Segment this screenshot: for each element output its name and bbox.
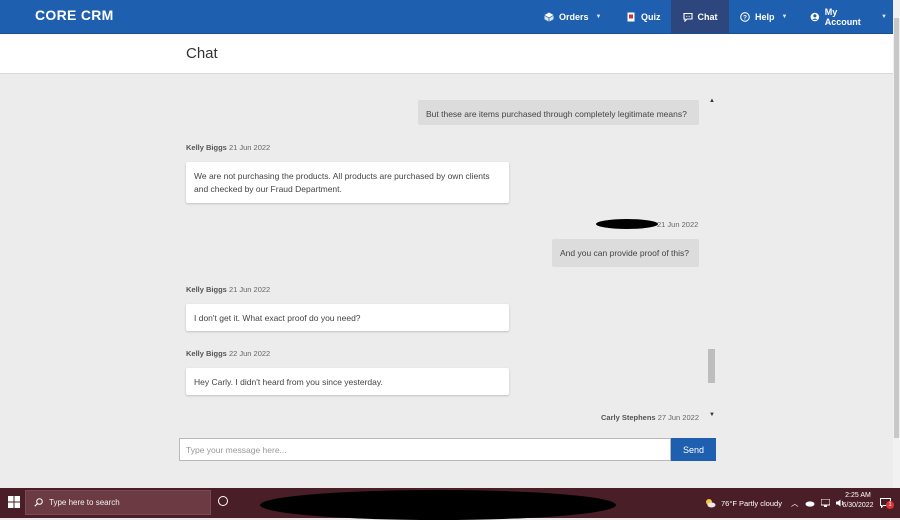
nav-quiz-label: Quiz [641,11,661,22]
chevron-down-icon: ▼ [881,13,887,20]
page-scrollbar-thumb[interactable] [894,18,899,438]
chevron-up-icon[interactable]: ︿ [791,498,799,509]
chat-scrollbar[interactable]: ▲ ▼ [707,98,717,423]
nav-orders-label: Orders [559,11,589,22]
chevron-down-icon: ▼ [595,13,602,20]
weather-widget[interactable]: 76°F Partly cloudy [704,488,782,518]
windows-start-icon[interactable] [8,496,20,508]
page-scrollbar[interactable] [893,0,900,488]
nav-help-label: Help [755,11,775,22]
chat-message-outgoing: But these are items purchased through co… [418,100,699,125]
chevron-down-icon: ▼ [781,13,788,20]
message-text: Hey Carly. I didn't heard from you since… [194,377,383,387]
quiz-icon [627,12,635,21]
message-text: But these are items purchased through co… [426,109,687,119]
search-icon [34,498,43,507]
cortana-icon[interactable] [218,496,228,506]
nav-orders[interactable]: Orders ▼ [536,0,609,33]
message-sender: Kelly Biggs [186,143,227,152]
network-icon[interactable] [820,499,830,507]
message-date: 21 Jun 2022 [228,285,271,294]
scroll-up-arrow-icon[interactable]: ▲ [709,98,715,104]
message-meta: Carly Stephens 27 Jun 2022 [601,413,699,422]
windows-taskbar: Type here to search 76°F Partly cloudy ︿… [0,488,900,520]
weather-icon [706,499,716,508]
chat-icon [682,12,693,22]
top-navbar: CORE CRM Orders ▼ Quiz Chat ? Help ▼ My … [0,0,893,34]
brand-logo[interactable]: CORE CRM [35,7,114,23]
message-meta: Kelly Biggs 22 Jun 2022 [186,349,270,358]
message-meta: 21 Jun 2022 [657,220,698,229]
taskbar-search-box[interactable]: Type here to search [25,490,211,515]
chat-message-incoming: I don't get it. What exact proof do you … [186,304,509,331]
page-title: Chat [186,45,218,62]
scroll-down-arrow-icon[interactable]: ▼ [709,412,715,418]
message-sender: Kelly Biggs [186,349,227,358]
clock-time: 2:25 AM [845,492,871,499]
taskbar-search-placeholder: Type here to search [49,498,120,507]
clock-date: 6/30/2022 [842,502,874,509]
notification-badge: 1 [886,501,894,509]
send-button[interactable]: Send [671,438,716,461]
message-meta: Kelly Biggs 21 Jun 2022 [186,285,270,294]
message-meta: Kelly Biggs 21 Jun 2022 [186,143,270,152]
message-date: 21 Jun 2022 [228,143,271,152]
redaction-mark [260,490,616,520]
onedrive-icon[interactable] [805,499,815,507]
message-sender: Kelly Biggs [186,285,227,294]
message-composer: Send [179,438,716,461]
weather-text: 76°F Partly cloudy [721,498,782,508]
message-sender: Carly Stephens [601,413,656,422]
message-input[interactable] [179,438,671,461]
nav-my-account[interactable]: My Account ▼ [804,0,893,33]
account-icon [810,12,820,21]
orders-icon [544,12,554,21]
nav-chat-label: Chat [697,11,718,22]
message-text: I don't get it. What exact proof do you … [194,313,361,323]
message-text: We are not purchasing the products. All … [194,171,490,194]
help-icon: ? [740,11,750,22]
system-tray: ︿ [791,488,845,518]
page-header: Chat [0,34,893,74]
nav-quiz[interactable]: Quiz [618,0,669,33]
message-text: And you can provide proof of this? [560,248,689,258]
chat-message-incoming: Hey Carly. I didn't heard from you since… [186,368,509,395]
message-date: 21 Jun 2022 [657,220,699,229]
taskbar-clock[interactable]: 2:25 AM 6/30/2022 [840,491,876,511]
chat-message-outgoing: And you can provide proof of this? [552,239,699,267]
chat-scrollbar-thumb[interactable] [708,349,715,383]
nav-my-account-label: My Account [824,6,861,27]
nav-help[interactable]: ? Help ▼ [734,0,793,33]
notifications-icon[interactable]: 1 [880,495,894,509]
message-date: 27 Jun 2022 [657,413,699,422]
svg-text:?: ? [743,14,747,21]
redaction-mark [596,219,658,229]
message-date: 22 Jun 2022 [228,349,271,358]
nav-chat[interactable]: Chat [671,0,729,33]
chat-message-incoming: We are not purchasing the products. All … [186,162,509,203]
